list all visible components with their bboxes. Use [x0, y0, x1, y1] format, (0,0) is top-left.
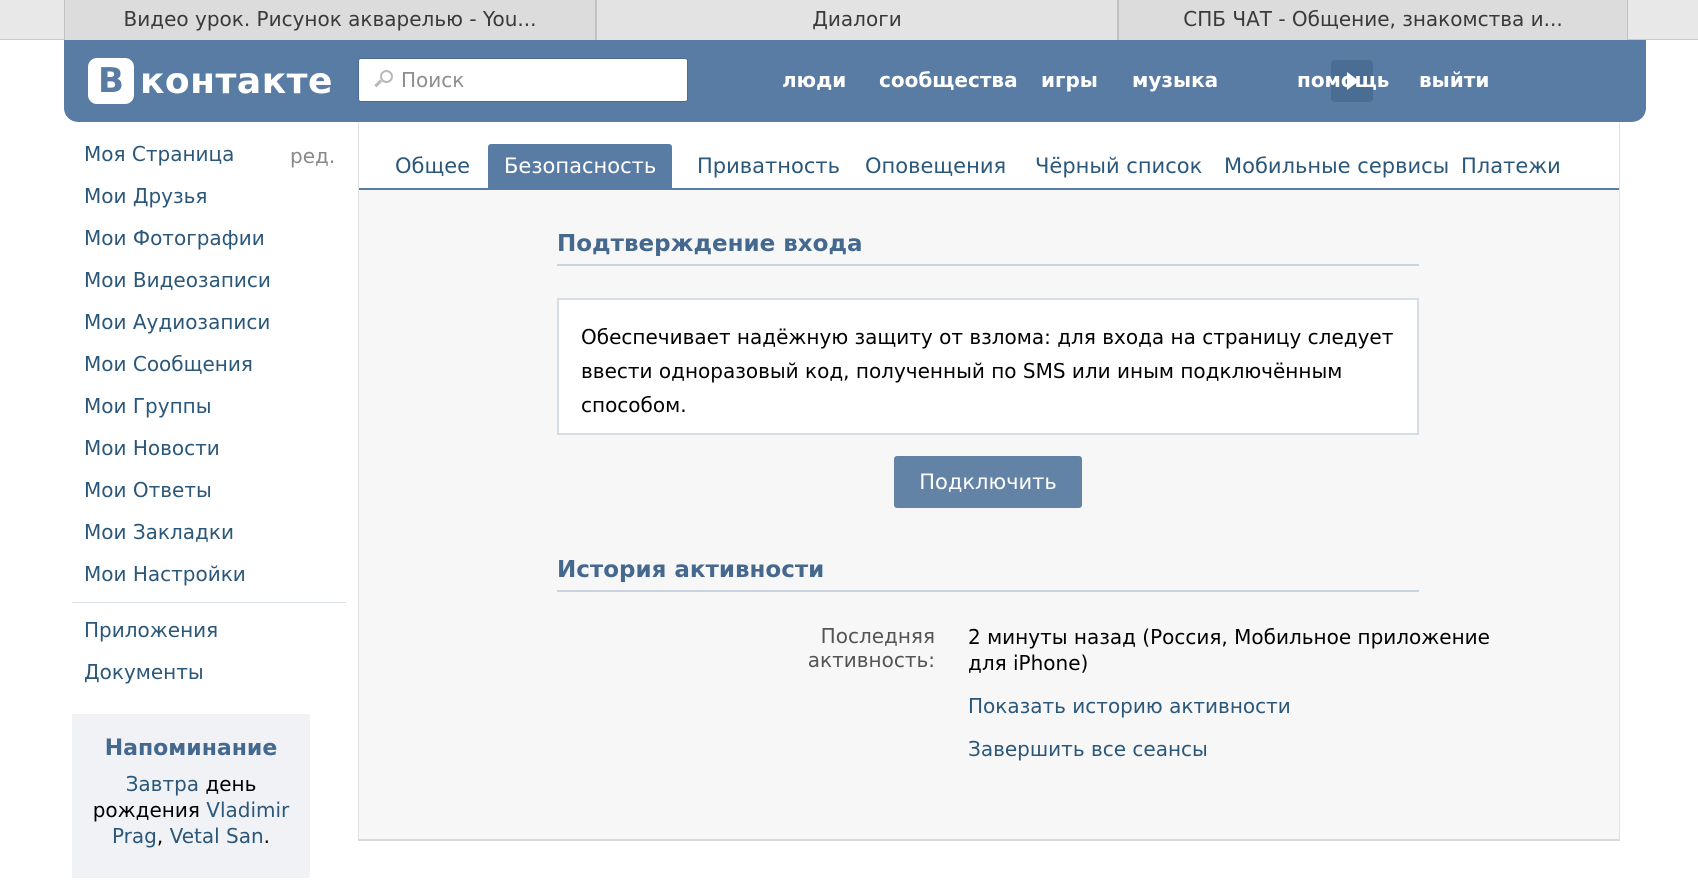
settings-tabs: Общее Безопасность Приватность Оповещени… [359, 122, 1619, 190]
reminder-separator: , [156, 824, 170, 848]
end-all-sessions-link[interactable]: Завершить все сеансы [968, 737, 1208, 761]
tab-privacy[interactable]: Приватность [681, 144, 856, 188]
reminder-text: Завтра день рождения Vladimir Prag, Veta… [72, 771, 310, 849]
birthday-reminder: Напоминание Завтра день рождения Vladimi… [72, 714, 310, 878]
activity-history-title: История активности [557, 557, 825, 583]
connect-button[interactable]: Подключить [894, 456, 1082, 508]
sidebar-item-videos[interactable]: Мои Видеозаписи [84, 268, 271, 292]
reminder-title: Напоминание [104, 736, 278, 761]
nav-help[interactable]: помощь [1297, 68, 1389, 92]
login-confirm-title: Подтверждение входа [557, 231, 863, 257]
section-divider [557, 590, 1419, 592]
tab-mobile-services[interactable]: Мобильные сервисы [1208, 144, 1465, 188]
sidebar-item-apps[interactable]: Приложения [84, 618, 218, 642]
last-activity-value: 2 минуты назад (Россия, Мобильное прилож… [968, 625, 1490, 675]
sidebar-item-my-page[interactable]: Моя Страница [84, 142, 234, 166]
sidebar-item-photos[interactable]: Мои Фотографии [84, 226, 265, 250]
sidebar-item-messages[interactable]: Мои Сообщения [84, 352, 253, 376]
search-icon [371, 69, 393, 91]
sidebar-item-documents[interactable]: Документы [84, 660, 204, 684]
vk-logo-icon: В [88, 58, 134, 104]
sidebar-edit-link[interactable]: ред. [290, 144, 335, 168]
reminder-tomorrow-link[interactable]: Завтра [126, 772, 199, 796]
tab-security[interactable]: Безопасность [488, 144, 673, 188]
tab-payments[interactable]: Платежи [1445, 144, 1577, 188]
nav-music[interactable]: музыка [1132, 68, 1218, 92]
nav-games[interactable]: игры [1041, 68, 1098, 92]
browser-tab-chat[interactable]: СПБ ЧАТ - Общение, знакомства и... [1118, 0, 1628, 40]
nav-communities[interactable]: сообщества [879, 68, 1018, 92]
vk-logo-text: контакте [140, 60, 333, 102]
tab-notifications[interactable]: Оповещения [849, 144, 1022, 188]
site-header: В контакте люди сообщества игры музыка п… [64, 40, 1646, 122]
tab-general[interactable]: Общее [379, 144, 486, 188]
sidebar-item-news[interactable]: Мои Новости [84, 436, 220, 460]
browser-tab-bar: Видео урок. Рисунок акварелью - You... Д… [0, 0, 1698, 40]
search-input[interactable] [401, 68, 671, 92]
sidebar-item-friends[interactable]: Мои Друзья [84, 184, 207, 208]
reminder-person-link[interactable]: Vetal San [170, 824, 264, 848]
search-box[interactable] [358, 58, 688, 102]
browser-tab-video[interactable]: Видео урок. Рисунок акварелью - You... [64, 0, 596, 40]
settings-panel: Общее Безопасность Приватность Оповещени… [358, 122, 1620, 841]
sidebar-item-bookmarks[interactable]: Мои Закладки [84, 520, 234, 544]
show-activity-history-link[interactable]: Показать историю активности [968, 694, 1291, 718]
sidebar-item-audio[interactable]: Мои Аудиозаписи [84, 310, 270, 334]
nav-logout[interactable]: выйти [1419, 68, 1489, 92]
reminder-end: . [263, 824, 271, 848]
nav-people[interactable]: люди [782, 68, 846, 92]
login-confirm-description: Обеспечивает надёжную защиту от взлома: … [557, 298, 1419, 435]
sidebar-item-answers[interactable]: Мои Ответы [84, 478, 212, 502]
sidebar-divider [72, 602, 346, 603]
vk-logo[interactable]: В контакте [88, 58, 333, 104]
section-divider [557, 264, 1419, 266]
last-activity-label: Последняя активность: [807, 624, 935, 672]
sidebar-item-groups[interactable]: Мои Группы [84, 394, 212, 418]
sidebar-item-settings[interactable]: Мои Настройки [84, 562, 246, 586]
tab-blacklist[interactable]: Чёрный список [1019, 144, 1218, 188]
browser-tab-dialogs[interactable]: Диалоги [596, 0, 1118, 40]
